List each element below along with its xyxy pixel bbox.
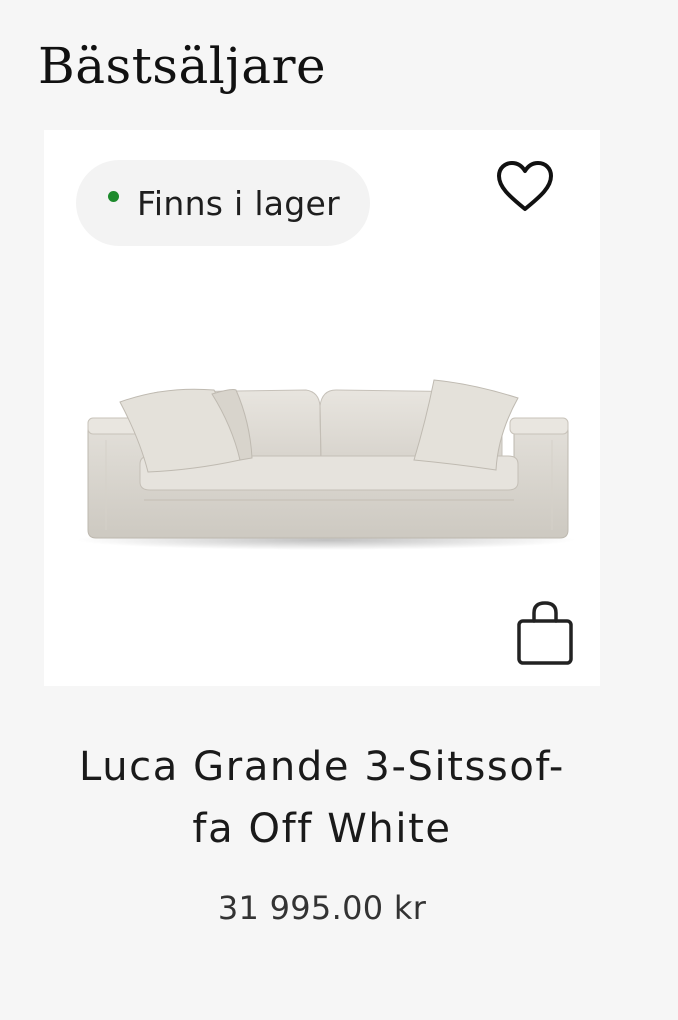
product-name-line-1: Luca Grande 3-Sitssof-	[79, 744, 565, 790]
product-image[interactable]	[44, 360, 600, 560]
stock-status-badge: Finns i lager	[76, 160, 371, 246]
section-title: Bästsäljare	[38, 37, 327, 95]
wishlist-button[interactable]	[490, 152, 560, 222]
product-name[interactable]: Luca Grande 3-Sitssof- fa Off White	[0, 736, 644, 860]
product-card[interactable]: Finns i lager	[44, 130, 600, 686]
heart-icon	[497, 161, 553, 211]
add-to-cart-button[interactable]	[510, 596, 580, 670]
product-name-line-2: fa Off White	[192, 806, 452, 852]
shopping-bag-icon	[517, 601, 573, 665]
in-stock-dot-icon	[108, 190, 119, 202]
stock-status-label: Finns i lager	[137, 183, 341, 223]
product-price: 31 995.00 kr	[217, 889, 427, 927]
sofa-image	[76, 379, 576, 550]
